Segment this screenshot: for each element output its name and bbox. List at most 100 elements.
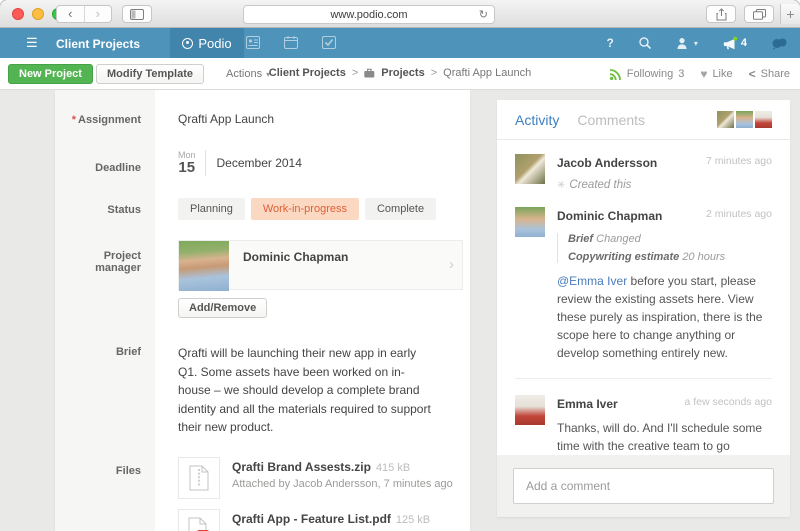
tasks-app-icon[interactable] xyxy=(322,36,336,49)
tab-activity[interactable]: Activity xyxy=(515,112,559,128)
share-page-button[interactable] xyxy=(706,5,736,23)
podio-home-button[interactable]: Podio xyxy=(170,28,244,58)
activity-header: Activity Comments xyxy=(497,100,790,140)
file-size: 125 kB xyxy=(395,513,431,526)
project-manager-field: Project manager Dominic Chapman › Add/Re… xyxy=(55,240,470,318)
app-shortcut-icons xyxy=(246,36,336,49)
activity-feed: Jacob Andersson 7 minutes ago ✳ Created t… xyxy=(497,140,790,473)
workspace-name[interactable]: Client Projects xyxy=(56,37,140,51)
breadcrumb: Client Projects > Projects > Qrafti App … xyxy=(269,67,531,79)
sidebar-toggle-button[interactable] xyxy=(122,5,152,23)
breadcrumb-app[interactable]: Projects xyxy=(381,67,424,79)
project-detail-card: * Assignment Qrafti App Launch Deadline M… xyxy=(55,90,470,531)
calendar-app-icon[interactable] xyxy=(284,36,298,49)
contacts-app-icon[interactable] xyxy=(246,36,260,49)
modify-template-button[interactable]: Modify Template xyxy=(96,64,204,84)
file-name: Qrafti App - Feature List.pdf xyxy=(232,511,391,526)
brief-label: Brief xyxy=(115,346,141,358)
heart-icon: ♥ xyxy=(700,67,708,81)
avatar[interactable] xyxy=(515,154,545,184)
breadcrumb-workspace[interactable]: Client Projects xyxy=(269,67,346,79)
following-feed-icon xyxy=(609,68,621,80)
assignment-value[interactable]: Qrafti App Launch xyxy=(155,112,470,126)
status-label: Status xyxy=(107,204,141,216)
share-button[interactable]: < Share xyxy=(749,67,790,81)
comment-compose-area xyxy=(497,455,790,517)
avatar[interactable] xyxy=(515,207,545,237)
files-label: Files xyxy=(115,464,141,477)
activity-author[interactable]: Dominic Chapman xyxy=(557,209,662,223)
status-option-work-in-progress[interactable]: Work-in-progress xyxy=(250,198,359,220)
participant-avatars xyxy=(717,111,772,128)
activity-author[interactable]: Jacob Andersson xyxy=(557,156,657,170)
new-tab-button[interactable]: + xyxy=(780,4,800,24)
breadcrumb-item-title: Qrafti App Launch xyxy=(443,67,532,79)
share-icon xyxy=(716,7,726,20)
assignment-field: * Assignment Qrafti App Launch xyxy=(55,112,470,126)
chat-icon[interactable] xyxy=(771,37,788,50)
activity-message: @Emma Iver before you start, please revi… xyxy=(557,272,772,362)
status-option-complete[interactable]: Complete xyxy=(364,198,437,220)
user-menu[interactable]: ▾ xyxy=(676,37,698,50)
share-icon: < xyxy=(748,67,756,81)
avatar[interactable] xyxy=(515,395,545,425)
comment-input[interactable] xyxy=(513,468,774,504)
changed-field-name: Copywriting estimate xyxy=(568,251,680,263)
breadcrumb-separator: > xyxy=(351,67,359,79)
calendar-date-icon: Mon 15 xyxy=(178,150,206,176)
actions-label: Actions xyxy=(226,68,263,80)
avatar[interactable] xyxy=(736,111,753,128)
tab-comments[interactable]: Comments xyxy=(577,112,645,128)
search-icon[interactable] xyxy=(638,36,652,50)
activity-timestamp: a few seconds ago xyxy=(684,396,772,408)
avatar[interactable] xyxy=(755,111,772,128)
deadline-day: 15 xyxy=(178,159,196,176)
user-icon xyxy=(677,37,687,49)
forward-button[interactable]: › xyxy=(83,6,112,22)
deadline-field: Deadline Mon 15 December 2014 xyxy=(55,150,470,176)
contact-name: Dominic Chapman xyxy=(243,250,349,264)
hamburger-menu-icon[interactable]: ☰ xyxy=(26,36,38,50)
actions-menu[interactable]: Actions ▾ xyxy=(226,68,270,80)
notifications-button[interactable]: 4 xyxy=(722,36,747,51)
briefcase-icon xyxy=(364,68,375,78)
notification-count-badge: 4 xyxy=(740,37,747,49)
user-mention-link[interactable]: @Emma Iver xyxy=(557,274,627,288)
sidebar-icon xyxy=(130,8,144,20)
address-bar[interactable]: www.podio.com ↻ xyxy=(243,5,495,24)
file-attached-by: Attached by Jacob Andersson, 7 minutes a… xyxy=(232,477,453,490)
avatar[interactable] xyxy=(717,111,734,128)
new-project-button[interactable]: New Project xyxy=(8,64,93,84)
activity-panel: Activity Comments Jacob Andersson 7 minu… xyxy=(497,100,790,517)
minimize-window-button[interactable] xyxy=(32,8,44,20)
activity-author[interactable]: Emma Iver xyxy=(557,397,618,411)
help-icon[interactable]: ? xyxy=(607,36,614,50)
status-option-planning[interactable]: Planning xyxy=(178,198,245,220)
add-remove-button[interactable]: Add/Remove xyxy=(178,298,268,318)
activity-action: Created this xyxy=(569,179,632,191)
deadline-label: Deadline xyxy=(95,162,141,174)
close-window-button[interactable] xyxy=(12,8,24,20)
file-attachment-zip[interactable]: Qrafti Brand Assests.zip 415 kB Attached … xyxy=(178,456,460,499)
reload-icon[interactable]: ↻ xyxy=(479,8,488,21)
files-field: Files Qrafti Brand Assests.zip 415 kB At… xyxy=(55,456,470,531)
back-button[interactable]: ‹ xyxy=(57,6,84,22)
contact-card[interactable]: Dominic Chapman › xyxy=(178,240,463,291)
like-button[interactable]: ♥ Like xyxy=(700,67,732,81)
file-attachment-pdf[interactable]: Qrafti App - Feature List.pdf125 kB Atta… xyxy=(178,508,460,531)
project-manager-label: Project manager xyxy=(95,250,141,274)
show-tabs-button[interactable] xyxy=(744,5,774,23)
status-field: Status Planning Work-in-progress Complet… xyxy=(55,198,470,220)
deadline-month-year: December 2014 xyxy=(216,156,302,170)
browser-window: ‹ › www.podio.com ↻ + ☰ Client Projects … xyxy=(0,0,800,531)
activity-timestamp: 2 minutes ago xyxy=(706,208,772,220)
like-label: Like xyxy=(712,68,733,80)
megaphone-icon xyxy=(723,36,738,49)
status-options: Planning Work-in-progress Complete xyxy=(178,198,460,220)
brief-text[interactable]: Qrafti will be launching their new app i… xyxy=(155,344,445,437)
deadline-value[interactable]: Mon 15 December 2014 xyxy=(155,150,470,176)
following-button[interactable]: Following 3 xyxy=(609,68,684,81)
navbar-right-icons: ? ▾ 4 xyxy=(607,28,788,58)
history-nav-buttons: ‹ › xyxy=(56,5,112,23)
file-size: 415 kB xyxy=(375,461,411,474)
